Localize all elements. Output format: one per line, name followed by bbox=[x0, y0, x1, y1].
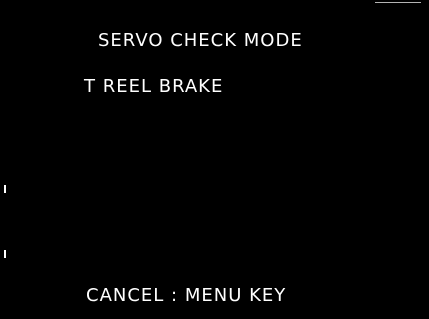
screen-title: SERVO CHECK MODE bbox=[98, 30, 303, 51]
left-edge-noise bbox=[4, 185, 6, 193]
left-edge-noise bbox=[4, 250, 6, 258]
check-item-t-reel-brake: T REEL BRAKE bbox=[84, 76, 224, 97]
servo-check-screen: SERVO CHECK MODE T REEL BRAKE CANCEL : M… bbox=[0, 0, 429, 319]
top-edge-noise bbox=[375, 2, 421, 3]
cancel-instruction: CANCEL : MENU KEY bbox=[86, 285, 287, 306]
